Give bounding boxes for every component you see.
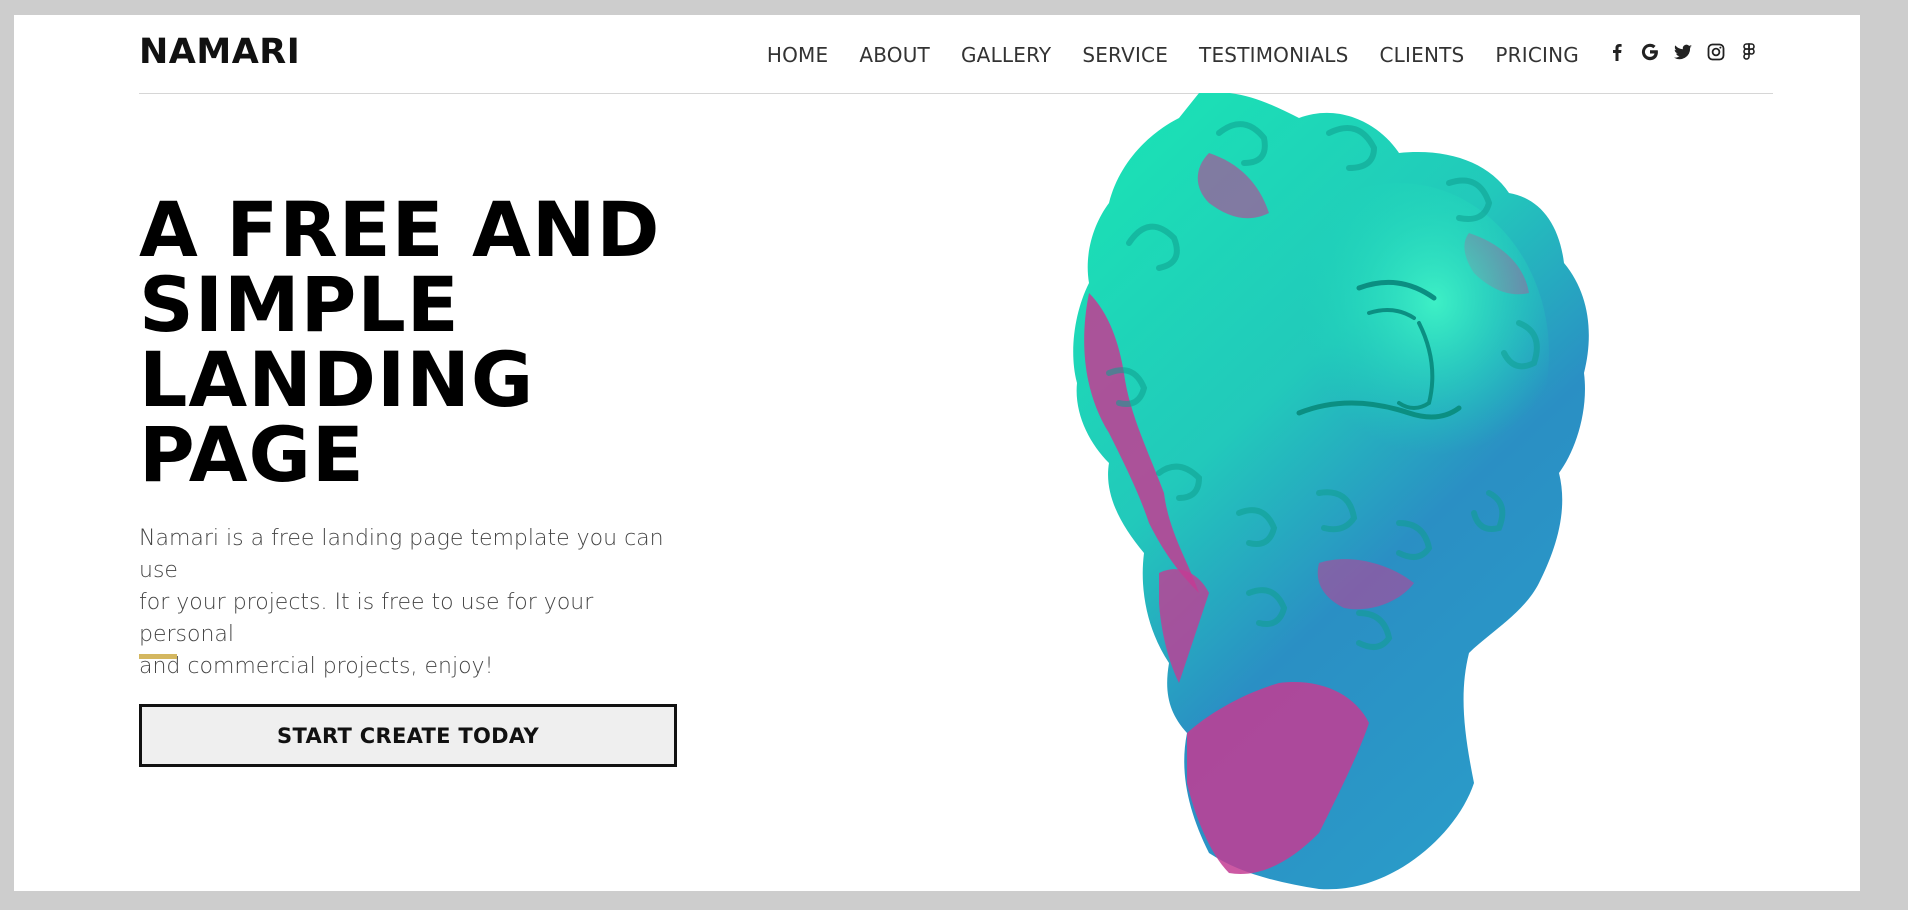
twitter-icon[interactable] — [1672, 40, 1693, 64]
hero-description-line: and commercial projects, enjoy! — [139, 654, 494, 679]
hero-title: A FREE AND SIMPLE LANDING PAGE — [139, 185, 661, 499]
hero-description-line: Namari is a free landing page template y… — [139, 526, 664, 583]
nav-pricing[interactable]: PRICING — [1495, 43, 1579, 67]
google-icon[interactable] — [1639, 40, 1660, 64]
statue-head-illustration — [1073, 93, 1589, 890]
site-logo[interactable]: NAMARI — [139, 32, 300, 72]
nav-testimonials[interactable]: TESTIMONIALS — [1199, 43, 1348, 67]
landing-page: NAMARI HOME ABOUT GALLERY SERVICE TESTIM… — [14, 15, 1860, 891]
nav-gallery[interactable]: GALLERY — [961, 43, 1051, 67]
site-header: NAMARI HOME ABOUT GALLERY SERVICE TESTIM… — [139, 15, 1773, 94]
nav-service[interactable]: SERVICE — [1082, 43, 1168, 67]
nav-home[interactable]: HOME — [767, 43, 828, 67]
hero-title-line: A FREE AND — [139, 185, 661, 274]
hero-description-line: for your projects. It is free to use for… — [139, 590, 594, 647]
nav-clients[interactable]: CLIENTS — [1380, 43, 1465, 67]
nav-about[interactable]: ABOUT — [859, 43, 930, 67]
hero-title-line: PAGE — [139, 410, 365, 499]
main-nav: HOME ABOUT GALLERY SERVICE TESTIMONIALS … — [767, 43, 1579, 67]
social-links — [1606, 40, 1759, 64]
figma-icon[interactable] — [1738, 40, 1759, 64]
facebook-icon[interactable] — [1606, 40, 1627, 64]
accent-bar — [139, 654, 177, 659]
hero-title-line: LANDING — [139, 335, 535, 424]
start-create-today-button[interactable]: START CREATE TODAY — [139, 704, 677, 767]
hero-description: Namari is a free landing page template y… — [139, 523, 679, 683]
instagram-icon[interactable] — [1705, 40, 1726, 64]
hero-title-line: SIMPLE — [139, 260, 460, 349]
